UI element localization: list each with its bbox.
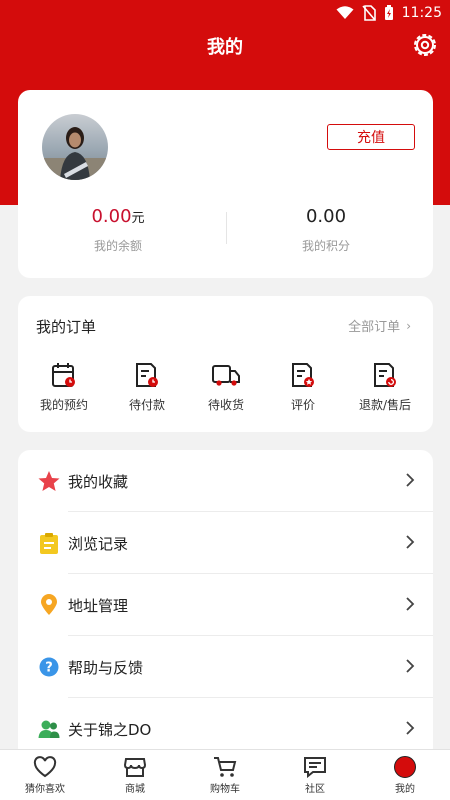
status-bar: 11:25 xyxy=(0,0,450,26)
bottom-nav: 猜你喜欢 商城 购物车 社区 我的 xyxy=(0,749,450,800)
heart-icon xyxy=(33,756,57,778)
nav-item-recommend[interactable]: 猜你喜欢 xyxy=(0,750,90,800)
balance-value: 0.00 xyxy=(91,206,132,227)
nav-label: 猜你喜欢 xyxy=(25,784,65,795)
menu-item-label: 我的收藏 xyxy=(68,472,129,491)
pending-payment-icon xyxy=(136,363,158,387)
gear-icon xyxy=(414,34,436,56)
location-pin-icon xyxy=(38,594,60,616)
nav-label: 购物车 xyxy=(210,784,240,795)
chevron-right-icon xyxy=(405,720,415,739)
review-icon xyxy=(292,363,314,387)
all-orders-link[interactable]: 全部订单 › xyxy=(348,316,411,336)
recharge-button[interactable]: 充值 xyxy=(327,124,415,150)
profile-card: 充值 0.00元 我的余额 0.00 我的积分 xyxy=(18,90,433,278)
menu-item-help[interactable]: ? 帮助与反馈 xyxy=(18,636,433,698)
nav-label: 社区 xyxy=(305,784,325,795)
orders-card: 我的订单 全部订单 › 我的预约 待付款 待收货 评价 退款/售后 xyxy=(18,296,433,432)
menu-item-label: 关于锦之DO xyxy=(68,720,152,739)
menu-card: 我的收藏 浏览记录 地址管理 ? 帮助与反馈 关于锦之DO xyxy=(18,450,433,760)
menu-item-label: 地址管理 xyxy=(68,596,129,615)
order-item-label: 我的预约 xyxy=(39,398,88,412)
clipboard-icon xyxy=(38,532,60,554)
chevron-right-icon xyxy=(405,658,415,677)
page-title: 我的 xyxy=(207,37,243,58)
settings-button[interactable] xyxy=(412,32,438,58)
order-item-refund[interactable]: 退款/售后 xyxy=(345,362,425,413)
help-icon: ? xyxy=(38,656,60,678)
cart-icon xyxy=(214,757,237,777)
nav-item-me[interactable]: 我的 xyxy=(360,750,450,800)
points-value: 0.00 xyxy=(305,206,347,227)
all-orders-label: 全部订单 xyxy=(348,320,401,335)
users-icon xyxy=(38,718,60,740)
profile-dot-icon xyxy=(394,756,416,778)
nav-label: 商城 xyxy=(125,784,145,795)
balance-label: 我的余额 xyxy=(93,239,142,253)
points-label: 我的积分 xyxy=(301,239,350,253)
menu-item-history[interactable]: 浏览记录 xyxy=(18,512,433,574)
balance-stat[interactable]: 0.00元 我的余额 xyxy=(18,206,218,254)
wifi-icon xyxy=(336,6,354,20)
menu-item-address[interactable]: 地址管理 xyxy=(18,574,433,636)
calendar-icon xyxy=(52,363,75,387)
order-item-awaiting-delivery[interactable]: 待收货 xyxy=(186,362,266,413)
menu-item-favorites[interactable]: 我的收藏 xyxy=(18,450,433,512)
chevron-right-icon xyxy=(405,596,415,615)
order-item-label: 待付款 xyxy=(128,398,165,412)
nav-item-shop[interactable]: 商城 xyxy=(90,750,180,800)
menu-item-label: 浏览记录 xyxy=(68,534,129,553)
battery-charging-icon xyxy=(384,5,394,21)
nav-label: 我的 xyxy=(395,784,415,795)
chevron-right-icon xyxy=(405,534,415,553)
svg-text:?: ? xyxy=(45,661,53,676)
order-item-review[interactable]: 评价 xyxy=(263,362,343,413)
orders-title: 我的订单 xyxy=(36,318,97,336)
delivery-truck-icon xyxy=(212,365,240,386)
refund-icon xyxy=(374,363,396,387)
order-item-label: 退款/售后 xyxy=(358,398,412,412)
order-item-label: 待收货 xyxy=(207,398,244,412)
nav-item-community[interactable]: 社区 xyxy=(270,750,360,800)
order-item-pending-payment[interactable]: 待付款 xyxy=(107,362,187,413)
chat-icon xyxy=(304,757,326,778)
star-icon xyxy=(38,470,60,492)
nav-item-cart[interactable]: 购物车 xyxy=(180,750,270,800)
balance-unit: 元 xyxy=(131,211,145,226)
chevron-right-icon xyxy=(405,472,415,491)
order-item-appointment[interactable]: 我的预约 xyxy=(24,362,104,413)
menu-item-label: 帮助与反馈 xyxy=(68,658,144,677)
status-time: 11:25 xyxy=(401,5,442,21)
no-sim-icon xyxy=(362,5,376,21)
shop-icon xyxy=(123,758,147,777)
points-stat[interactable]: 0.00 我的积分 xyxy=(226,206,426,254)
avatar[interactable] xyxy=(42,114,108,180)
chevron-right-icon: › xyxy=(406,318,411,333)
order-item-label: 评价 xyxy=(290,398,315,412)
